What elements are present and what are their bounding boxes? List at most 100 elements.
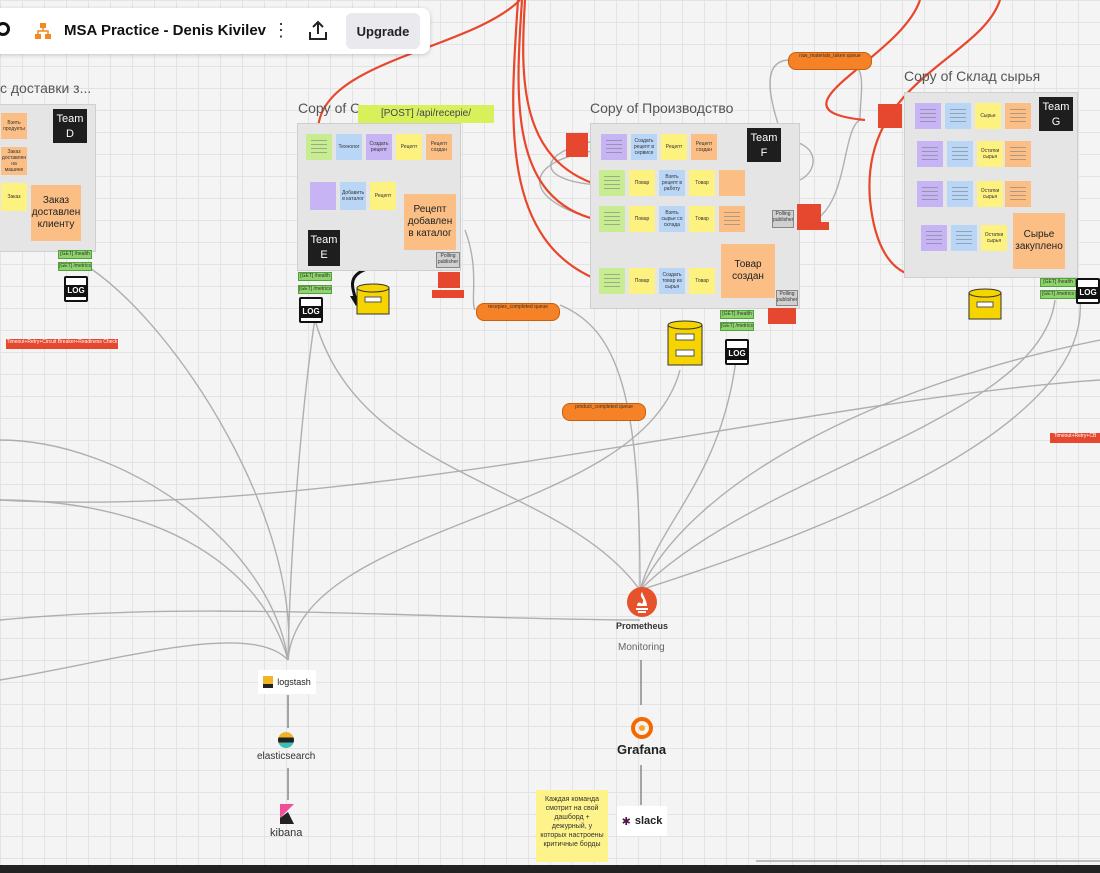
sticky-note[interactable]: Взять рецепт в работу <box>659 170 685 196</box>
monitoring-note[interactable]: Каждая команда смотрит на свой дашборд +… <box>536 790 608 862</box>
grafana-label: Grafana <box>617 742 667 757</box>
share-upload-icon[interactable] <box>306 19 330 43</box>
polling-publisher-tag[interactable]: Polling publisher <box>772 210 794 228</box>
sticky-note-icon[interactable] <box>945 103 971 129</box>
sticky-note[interactable]: Товар <box>689 268 715 294</box>
sticky-note-icon[interactable] <box>306 134 332 160</box>
sticky-note-main[interactable]: Заказ доставлен клиенту <box>31 185 81 241</box>
sticky-note[interactable]: Сырье <box>975 103 1001 129</box>
sticky-note-icon[interactable] <box>599 206 625 232</box>
sticky-note[interactable]: Рецепт <box>370 182 396 210</box>
sticky-note[interactable]: Товар <box>689 170 715 196</box>
sticky-note[interactable]: Создать рецепт в сервисе <box>631 134 657 160</box>
error-tag[interactable] <box>797 222 829 230</box>
sticky-note[interactable] <box>719 170 745 196</box>
sticky-note[interactable]: Создать рецепт <box>366 134 392 160</box>
sticky-note[interactable]: Технолог <box>336 134 362 160</box>
error-tag[interactable] <box>878 104 902 128</box>
slack-tool[interactable]: ✱ slack <box>617 806 667 836</box>
team-label-e: Team E <box>308 230 340 266</box>
metrics-endpoint-tag[interactable]: [GET] /metrics <box>58 262 92 271</box>
sticky-note[interactable]: Остатки сырья <box>981 225 1007 251</box>
database-icon[interactable] <box>667 320 703 368</box>
upgrade-button[interactable]: Upgrade <box>346 13 420 49</box>
sticky-note[interactable]: Взять сырье со склада <box>659 206 685 232</box>
error-tag[interactable] <box>768 308 796 324</box>
sticky-note[interactable]: Остатки сырья <box>977 141 1003 167</box>
sticky-note-icon[interactable] <box>599 268 625 294</box>
sticky-note-main[interactable]: Товар создан <box>721 244 775 298</box>
api-endpoint-tag[interactable]: [POST] /api/recepie/ <box>358 105 494 123</box>
sticky-note[interactable]: Рецепт <box>396 134 422 160</box>
sticky-note-icon[interactable] <box>719 206 745 232</box>
error-handling-tag[interactable]: Timeout+Retry+Circuit Breaker+Readiness … <box>6 339 118 349</box>
sticky-note-main[interactable]: Рецепт добавлен в каталог <box>404 194 456 250</box>
polling-publisher-tag[interactable]: Polling publisher <box>776 290 798 306</box>
monitoring-label: Monitoring <box>618 642 665 653</box>
miro-logo-icon[interactable] <box>0 22 10 36</box>
elasticsearch-label: elasticsearch <box>257 751 316 762</box>
frame-production[interactable]: Team F Создать рецепт в сервисе Рецепт Р… <box>590 123 800 309</box>
sticky-note[interactable]: Создать товар из сырья <box>659 268 685 294</box>
frame-delivery[interactable]: Team D Взять продукты Заказ доставлен на… <box>0 104 96 252</box>
database-icon[interactable] <box>356 283 390 317</box>
error-tag[interactable] <box>797 204 821 224</box>
sticky-note-icon[interactable] <box>599 170 625 196</box>
health-endpoint-tag[interactable]: [GET] /health <box>298 272 332 281</box>
sticky-note[interactable]: Рецепт создан <box>426 134 452 160</box>
queue-raw-materials[interactable]: raw_materials_taken queue <box>788 52 872 70</box>
queue-products-completed[interactable]: product_completed queue <box>562 403 646 421</box>
sticky-note-icon[interactable] <box>951 225 977 251</box>
sticky-note[interactable]: Остатки сырья <box>977 181 1003 207</box>
health-endpoint-tag[interactable]: [GET] /health <box>1040 278 1076 287</box>
sticky-note-icon[interactable] <box>947 141 973 167</box>
error-handling-tag[interactable]: Timeout+Retry+CB <box>1050 433 1100 443</box>
sticky-note[interactable]: Рецепт <box>661 134 687 160</box>
sticky-note[interactable]: Повар <box>629 268 655 294</box>
sticky-note[interactable]: Товар <box>689 206 715 232</box>
team-label-d: Team D <box>53 109 87 143</box>
frame-recipes[interactable]: Технолог Создать рецепт Рецепт Рецепт со… <box>297 123 461 271</box>
sticky-note-icon[interactable] <box>1005 181 1031 207</box>
frame-warehouse[interactable]: Team G Сырье Остатки сырья Остатки сырья… <box>904 92 1078 278</box>
error-tag[interactable] <box>438 272 460 288</box>
sticky-note-icon[interactable] <box>915 103 941 129</box>
sticky-note[interactable]: Заказ доставлен на машине <box>1 147 27 175</box>
sticky-note[interactable] <box>310 182 336 210</box>
polling-publisher-tag[interactable]: Polling publisher <box>436 252 460 268</box>
sticky-note-main[interactable]: Сырье закуплено <box>1013 213 1065 269</box>
board-title[interactable]: MSA Practice - Denis Kivilev <box>64 22 266 39</box>
prometheus-icon[interactable] <box>626 586 658 618</box>
sticky-note-icon[interactable] <box>917 141 943 167</box>
sticky-note-icon[interactable] <box>1005 103 1031 129</box>
more-options-icon[interactable]: ⋮ <box>272 20 290 42</box>
board-structure-icon[interactable] <box>34 22 52 40</box>
grafana-icon[interactable] <box>630 716 654 740</box>
sticky-note[interactable]: Добавить в каталог <box>340 182 366 210</box>
prometheus-label: Prometheus <box>616 621 669 631</box>
error-tag[interactable] <box>432 290 464 298</box>
elasticsearch-icon[interactable] <box>278 732 294 748</box>
sticky-note[interactable]: Заказ <box>1 183 27 211</box>
logstash-tool[interactable]: logstash <box>258 670 316 694</box>
sticky-note-icon[interactable] <box>947 181 973 207</box>
error-tag[interactable] <box>566 133 588 157</box>
horizontal-scrollbar[interactable] <box>756 860 1100 862</box>
metrics-endpoint-tag[interactable]: [GET] /metrics <box>298 285 332 294</box>
sticky-note[interactable]: Повар <box>629 170 655 196</box>
sticky-note-icon[interactable] <box>921 225 947 251</box>
sticky-note-icon[interactable] <box>917 181 943 207</box>
frame-title-production: Copy of Производство <box>590 100 734 116</box>
health-endpoint-tag[interactable]: [GET] /health <box>58 250 92 259</box>
kibana-icon[interactable] <box>280 804 294 824</box>
health-endpoint-tag[interactable]: [GET] /health <box>720 310 754 319</box>
metrics-endpoint-tag[interactable]: [GET] /metrics <box>1040 290 1076 299</box>
sticky-note[interactable]: Рецепт создан <box>691 134 717 160</box>
sticky-note-icon[interactable] <box>1005 141 1031 167</box>
sticky-note[interactable]: Повар <box>629 206 655 232</box>
database-icon[interactable] <box>968 288 1002 322</box>
queue-recepies-completed[interactable]: recepies_completed queue <box>476 303 560 321</box>
metrics-endpoint-tag[interactable]: [GET] /metrics <box>720 322 754 331</box>
sticky-note[interactable]: Взять продукты <box>1 113 27 139</box>
sticky-note-icon[interactable] <box>601 134 627 160</box>
